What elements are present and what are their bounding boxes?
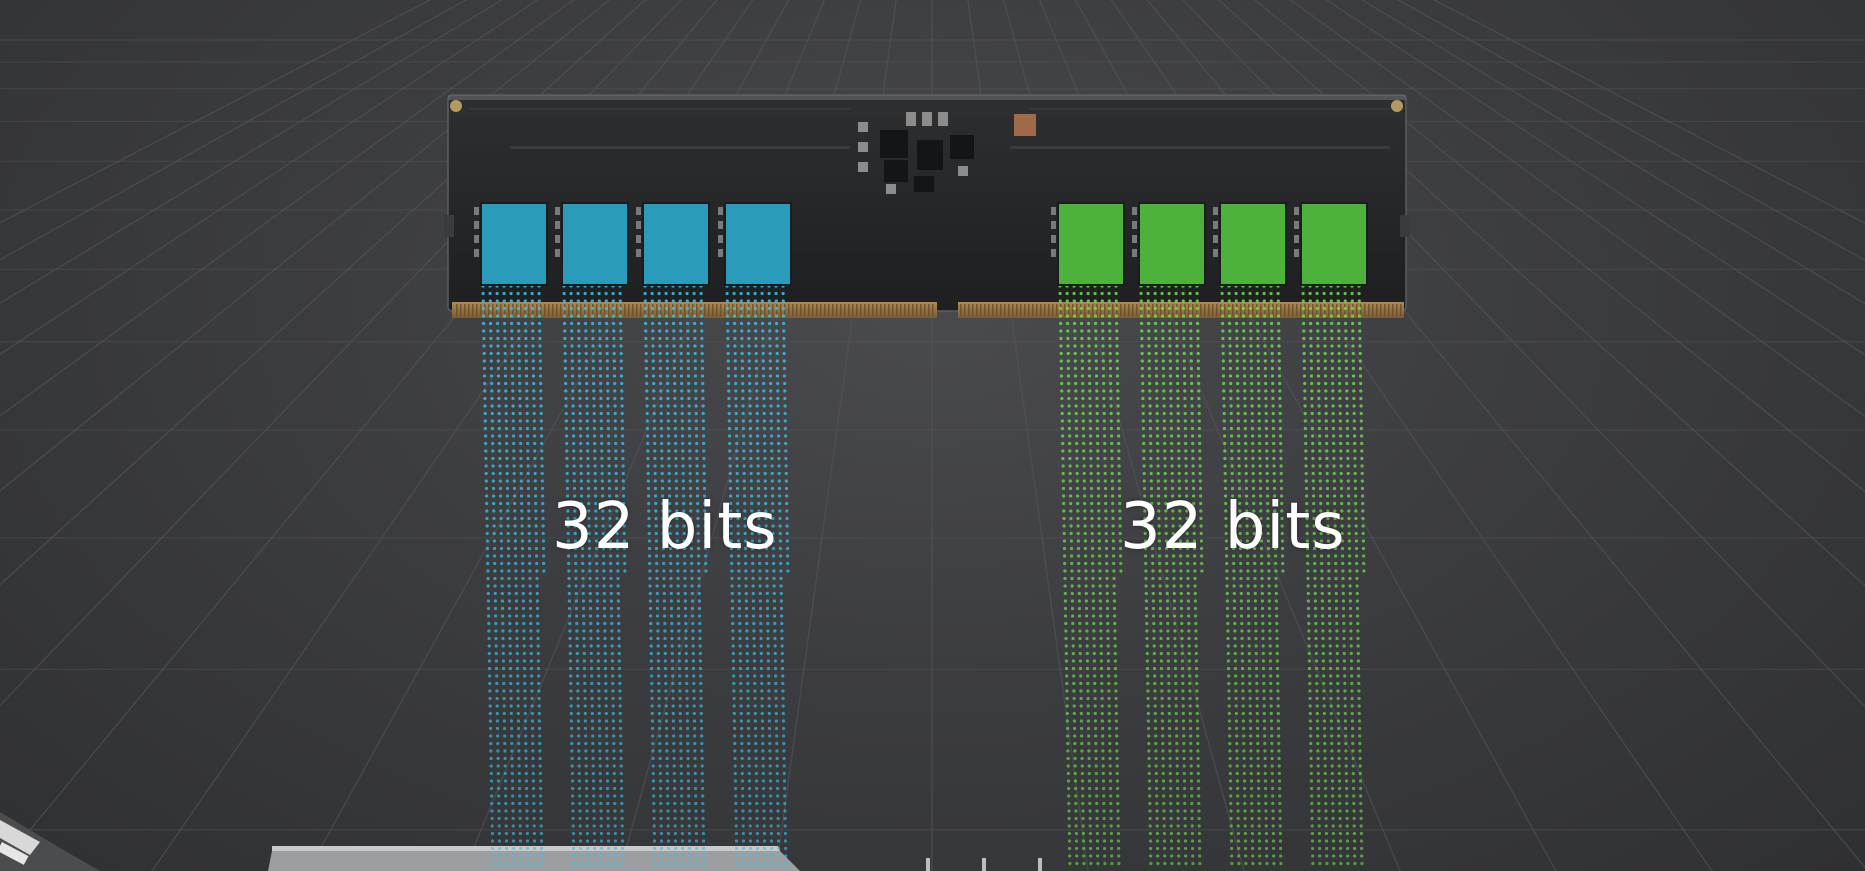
left-subchannel-width-label: 32 bits xyxy=(552,490,778,564)
right-data-streams xyxy=(1058,284,1366,866)
memory-chip xyxy=(1219,202,1287,286)
mounting-hole-left xyxy=(450,100,462,112)
memory-chip xyxy=(1138,202,1206,286)
foreground-pins xyxy=(926,858,1042,871)
dot-stream xyxy=(481,284,546,866)
memory-chip xyxy=(724,202,792,286)
memory-chip xyxy=(561,202,629,286)
dot-stream xyxy=(1301,284,1366,866)
dot-stream xyxy=(1058,284,1123,866)
dot-stream xyxy=(1220,284,1285,866)
right-subchannel-width-label: 32 bits xyxy=(1120,490,1346,564)
ram-module-illustration xyxy=(0,0,1865,871)
dot-stream xyxy=(643,284,708,866)
memory-chip xyxy=(480,202,548,286)
foreground-chip-left xyxy=(0,812,100,871)
mounting-hole-right xyxy=(1391,100,1403,112)
dot-stream xyxy=(562,284,627,866)
memory-chip xyxy=(1057,202,1125,286)
left-data-streams xyxy=(481,284,790,866)
memory-chip xyxy=(1300,202,1368,286)
qr-label xyxy=(1014,114,1036,136)
ram-bus-width-scene: 32 bits 32 bits xyxy=(0,0,1865,871)
memory-chip xyxy=(642,202,710,286)
